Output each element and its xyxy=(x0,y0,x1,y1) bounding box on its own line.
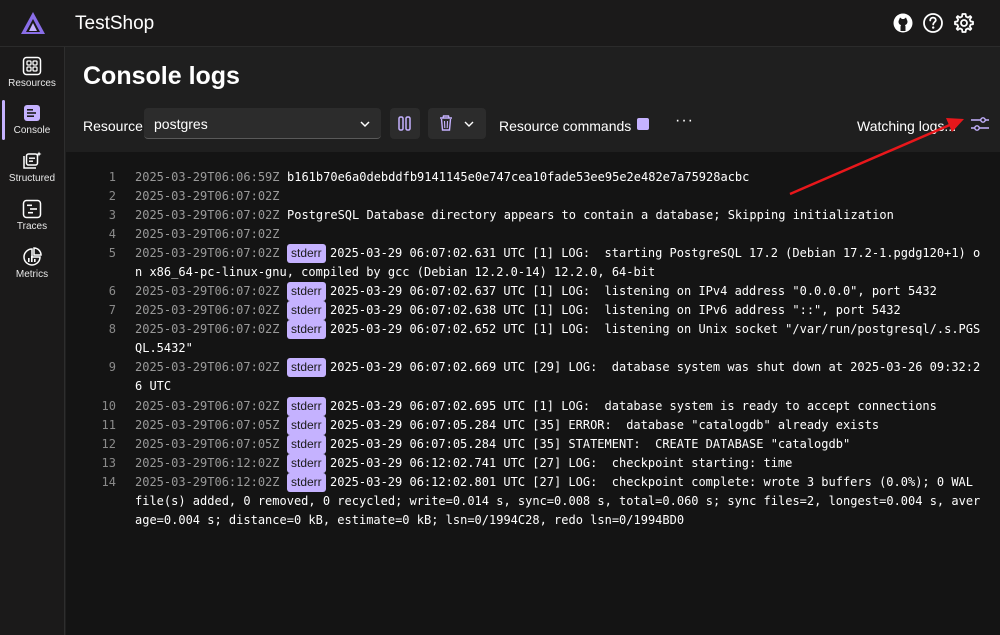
line-number: 1 xyxy=(108,170,116,184)
line-number: 2 xyxy=(108,189,116,203)
metrics-icon xyxy=(23,247,42,266)
line-number: 4 xyxy=(108,227,116,241)
log-message: 2025-03-29 06:07:02.631 UTC [1] LOG: sta… xyxy=(330,246,981,260)
chevron-down-icon xyxy=(360,121,370,128)
page-title: Console logs xyxy=(83,62,240,90)
log-timestamp: 2025-03-29T06:07:02Z xyxy=(135,303,280,317)
nav-label-console: Console xyxy=(13,125,51,136)
log-message: 2025-03-29 06:07:02.638 UTC [1] LOG: lis… xyxy=(330,303,901,317)
stderr-badge: stderr xyxy=(287,282,326,301)
nav-label-resources: Resources xyxy=(8,78,56,89)
log-message: 2025-03-29 06:07:02.695 UTC [1] LOG: dat… xyxy=(330,399,937,413)
stderr-badge: stderr xyxy=(287,416,326,435)
log-timestamp: 2025-03-29T06:07:05Z xyxy=(135,418,280,432)
log-timestamp: 2025-03-29T06:07:02Z xyxy=(135,227,280,241)
log-timestamp: 2025-03-29T06:07:02Z xyxy=(135,322,280,336)
resource-label: Resource xyxy=(83,118,143,134)
traces-icon xyxy=(22,199,42,219)
log-timestamp: 2025-03-29T06:07:02Z xyxy=(135,189,280,203)
side-nav: Resources Console Structured Traces Metr… xyxy=(0,47,65,635)
log-timestamp: 2025-03-29T06:12:02Z xyxy=(135,475,280,489)
line-number: 10 xyxy=(101,399,116,413)
stderr-badge: stderr xyxy=(287,397,326,416)
log-timestamp: 2025-03-29T06:07:05Z xyxy=(135,437,280,451)
line-number: 11 xyxy=(101,418,116,432)
log-message-continuation: file(s) added, 0 removed, 0 recycled; wr… xyxy=(135,494,981,527)
stderr-badge: stderr xyxy=(287,301,326,320)
log-message-continuation: QL.5432" xyxy=(135,341,193,355)
log-message-continuation: 6 UTC xyxy=(135,379,172,393)
nav-item-resources[interactable]: Resources xyxy=(0,51,64,95)
log-timestamp: 2025-03-29T06:06:59Z xyxy=(135,170,280,184)
line-number: 6 xyxy=(108,284,116,298)
app-title[interactable]: TestShop xyxy=(75,13,154,35)
line-number: 3 xyxy=(108,208,116,222)
log-timestamp: 2025-03-29T06:07:02Z xyxy=(135,246,280,260)
log-message: PostgreSQL Database directory appears to… xyxy=(287,208,894,222)
settings-icon[interactable] xyxy=(953,12,975,34)
log-message: 2025-03-29 06:12:02.741 UTC [27] LOG: ch… xyxy=(330,456,793,470)
nav-item-traces[interactable]: Traces xyxy=(0,194,64,238)
log-message-continuation: n x86_64-pc-linux-gnu, compiled by gcc (… xyxy=(135,265,656,279)
resource-select[interactable]: postgres xyxy=(144,108,381,139)
pause-button[interactable] xyxy=(390,108,420,139)
log-message: 2025-03-29 06:12:02.801 UTC [27] LOG: ch… xyxy=(330,475,973,489)
stderr-badge: stderr xyxy=(287,473,326,492)
log-timestamp: 2025-03-29T06:07:02Z xyxy=(135,208,280,222)
log-message: 2025-03-29 06:07:05.284 UTC [35] STATEME… xyxy=(330,437,851,451)
help-icon[interactable] xyxy=(922,12,944,34)
nav-item-console[interactable]: Console xyxy=(0,98,64,142)
log-viewer[interactable]: 1 2025-03-29T06:06:59Z b161b70e6a0debddf… xyxy=(66,152,1000,635)
line-number: 8 xyxy=(108,322,116,336)
line-number: 9 xyxy=(108,360,116,374)
line-number: 14 xyxy=(101,475,116,489)
trash-icon xyxy=(440,115,474,131)
log-message: 2025-03-29 06:07:02.652 UTC [1] LOG: lis… xyxy=(330,322,981,336)
structured-icon xyxy=(23,151,42,169)
top-header: TestShop xyxy=(0,0,1000,47)
line-number: 13 xyxy=(101,456,116,470)
nav-label-structured: Structured xyxy=(8,173,56,184)
log-message: 2025-03-29 06:07:02.669 UTC [29] LOG: da… xyxy=(330,360,981,374)
stderr-badge: stderr xyxy=(287,435,326,454)
annotation-arrow xyxy=(789,118,964,196)
log-timestamp: 2025-03-29T06:12:02Z xyxy=(135,456,280,470)
more-commands-button[interactable]: ··· xyxy=(675,112,694,130)
resources-icon xyxy=(22,56,42,76)
line-number: 5 xyxy=(108,246,116,260)
stderr-badge: stderr xyxy=(287,320,326,339)
filter-settings-icon[interactable] xyxy=(969,114,991,134)
nav-item-metrics[interactable]: Metrics xyxy=(0,242,64,286)
aspire-logo-icon[interactable] xyxy=(20,10,46,36)
log-timestamp: 2025-03-29T06:07:02Z xyxy=(135,360,280,374)
log-message: b161b70e6a0debddfb9141145e0e747cea10fade… xyxy=(287,170,750,184)
nav-label-traces: Traces xyxy=(16,221,48,232)
nav-item-structured[interactable]: Structured xyxy=(0,146,64,190)
line-number: 7 xyxy=(108,303,116,317)
resource-select-value: postgres xyxy=(154,116,208,132)
stderr-badge: stderr xyxy=(287,358,326,377)
stop-command-button[interactable] xyxy=(637,118,649,130)
nav-label-metrics: Metrics xyxy=(15,269,49,280)
log-message: 2025-03-29 06:07:02.637 UTC [1] LOG: lis… xyxy=(330,284,937,298)
stderr-badge: stderr xyxy=(287,454,326,473)
line-number: 12 xyxy=(101,437,116,451)
log-timestamp: 2025-03-29T06:07:02Z xyxy=(135,284,280,298)
log-timestamp: 2025-03-29T06:07:02Z xyxy=(135,399,280,413)
log-message: 2025-03-29 06:07:05.284 UTC [35] ERROR: … xyxy=(330,418,880,432)
clear-logs-button[interactable] xyxy=(428,108,486,139)
resource-commands-label: Resource commands xyxy=(499,118,632,134)
stderr-badge: stderr xyxy=(287,244,326,263)
console-icon xyxy=(24,105,40,121)
pause-icon xyxy=(398,116,411,131)
github-icon[interactable] xyxy=(892,12,914,34)
